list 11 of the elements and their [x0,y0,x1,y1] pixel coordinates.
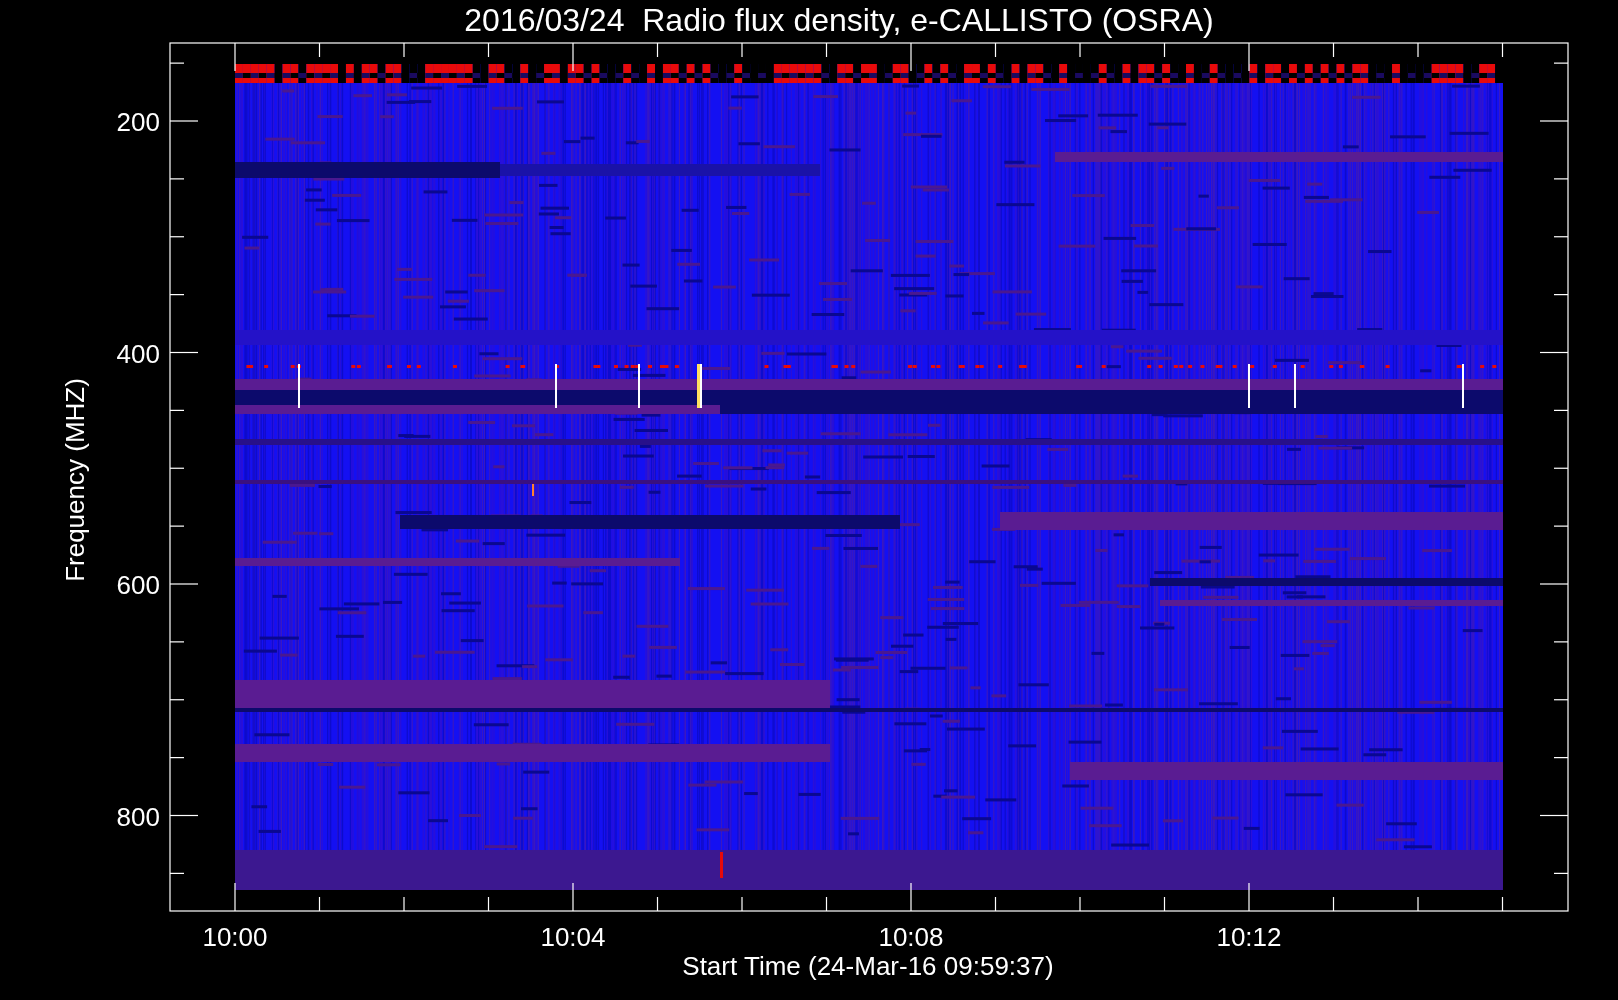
y-tick-label: 400 [116,338,160,369]
x-axis-label: Start Time (24-Mar-16 09:59:37) [682,951,1054,981]
y-tick-label: 800 [116,801,160,832]
x-tick-label: 10:00 [202,922,268,952]
y-tick-label: 200 [116,107,160,137]
y-axis-label: Frequency (MHZ) [60,378,90,582]
x-tick-label: 10:04 [540,922,606,952]
x-tick-label: 10:08 [878,922,944,952]
chart-title: 2016/03/24 Radio flux density, e-CALLISTO (OSRA) [463,1,1215,40]
y-tick-label: 600 [116,570,160,600]
x-tick-label: 10:12 [1216,922,1282,952]
